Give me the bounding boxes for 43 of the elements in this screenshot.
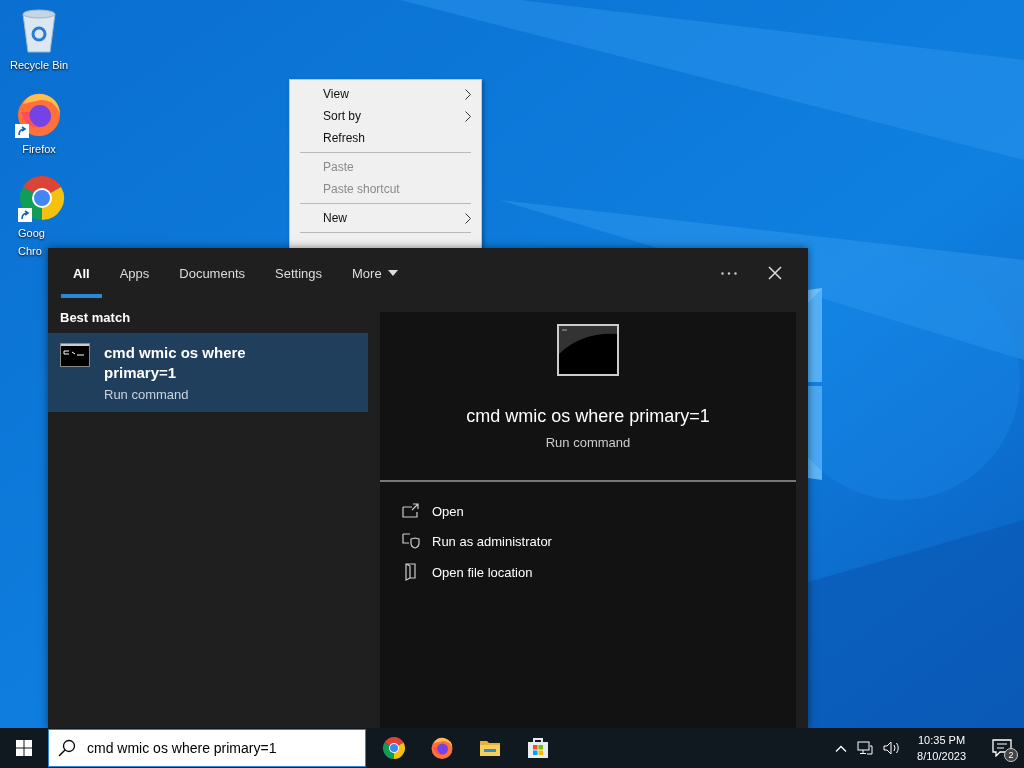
filter-tab[interactable]: All — [60, 248, 103, 298]
action-item[interactable]: Open — [380, 496, 486, 526]
search-result[interactable]: cmd wmic os where primary=1 Run command — [48, 333, 368, 412]
desktop-icon-label[interactable]: Recycle Bin — [9, 58, 69, 72]
desktop-icon-label[interactable]: Goog — [18, 226, 45, 240]
ellipsis-icon — [721, 271, 737, 275]
store-icon — [526, 736, 550, 760]
filter-tab[interactable]: Apps — [106, 248, 163, 298]
best-match-heading: Best match — [59, 309, 132, 327]
console-window-icon — [557, 324, 619, 376]
menu-item[interactable]: New — [290, 207, 481, 229]
search-field[interactable]: cmd wmic os where primary=1 — [48, 729, 366, 767]
menu-item[interactable]: View — [290, 83, 481, 105]
chevron-up-icon — [835, 744, 848, 752]
clock[interactable]: 10:35 PM 8/10/2023 — [909, 732, 974, 764]
chrome-icon — [18, 174, 66, 222]
windows-logo-icon — [16, 740, 32, 756]
action-item[interactable]: Run as administrator — [380, 526, 574, 556]
open-window-icon — [402, 503, 420, 519]
notifications-button[interactable]: 2 — [980, 728, 1024, 768]
close-icon — [768, 266, 782, 280]
action-item[interactable]: Open file location — [380, 556, 555, 588]
preview-subtitle: Run command — [545, 435, 631, 450]
filter-tab[interactable]: Documents — [166, 248, 258, 298]
shield-monitor-icon — [402, 533, 420, 549]
network-icon — [857, 741, 874, 755]
desktop-icon-label[interactable]: Firefox — [22, 142, 56, 156]
preview-title: cmd wmic os where primary=1 — [466, 406, 710, 427]
result-subtitle: Run command — [104, 387, 190, 402]
filter-tab[interactable]: More — [339, 248, 411, 298]
menu-item[interactable]: Refresh — [290, 127, 481, 149]
console-icon — [60, 343, 90, 367]
chrome-icon — [382, 736, 406, 760]
filter-tab[interactable]: Settings — [262, 248, 335, 298]
desktop-icon-label[interactable]: Chro — [18, 244, 42, 258]
speaker-icon — [883, 741, 902, 755]
result-title: cmd wmic os where primary=1 — [104, 343, 247, 383]
notification-count: 2 — [1004, 748, 1018, 762]
search-icon — [58, 739, 76, 757]
menu-item[interactable]: Sort by — [290, 105, 481, 127]
firefox-icon — [430, 736, 454, 760]
file-location-icon — [404, 563, 418, 581]
message-icon — [992, 739, 1012, 757]
